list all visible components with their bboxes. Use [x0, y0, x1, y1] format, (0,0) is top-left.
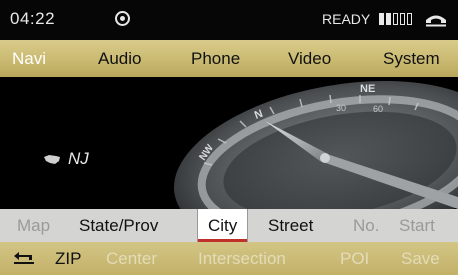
current-state: NJ — [44, 149, 89, 169]
compass: NE N NW 30 60 — [173, 80, 458, 209]
center-button[interactable]: Center — [106, 249, 157, 269]
submenu-street[interactable]: Street — [268, 209, 313, 242]
submenu-number[interactable]: No. — [353, 209, 379, 242]
signal-bar — [393, 13, 398, 25]
zip-button[interactable]: ZIP — [55, 249, 81, 269]
main-menu: Navi Audio Phone Video System — [0, 40, 458, 77]
map-view[interactable]: NE N NW 30 60 NJ — [0, 77, 458, 209]
tab-navi[interactable]: Navi — [12, 49, 46, 69]
compass-tick-30: 30 — [336, 103, 346, 113]
signal-bar — [379, 13, 384, 25]
signal-bar — [400, 13, 405, 25]
nav-screen: 04:22 READY Navi Audio Phone Video Syste… — [0, 0, 458, 275]
submenu-city[interactable]: City — [197, 209, 249, 242]
intersection-button[interactable]: Intersection — [198, 249, 286, 269]
signal-strength-icon — [379, 13, 412, 25]
submenu-map[interactable]: Map — [17, 209, 50, 242]
status-bar: 04:22 READY — [0, 0, 458, 40]
bottom-bar: ZIP Center Intersection POI Save — [0, 242, 458, 275]
submenu-state-prov[interactable]: State/Prov — [79, 209, 158, 242]
tab-audio[interactable]: Audio — [98, 49, 141, 69]
compass-ne-label: NE — [360, 83, 375, 95]
us-map-icon — [44, 154, 60, 164]
target-icon — [115, 11, 130, 26]
address-submenu: Map State/Prov City Street No. Start — [0, 209, 458, 242]
tab-phone[interactable]: Phone — [191, 49, 240, 69]
save-button[interactable]: Save — [401, 249, 440, 269]
signal-bar — [407, 13, 412, 25]
clock: 04:22 — [10, 9, 56, 28]
compass-tick-60: 60 — [373, 104, 383, 114]
signal-bar — [386, 13, 391, 25]
tab-system[interactable]: System — [383, 49, 440, 69]
state-label: NJ — [68, 149, 89, 168]
submenu-start[interactable]: Start — [399, 209, 435, 242]
ready-status: READY — [322, 11, 371, 27]
phone-handset-icon — [426, 15, 446, 27]
tab-video[interactable]: Video — [288, 49, 331, 69]
back-arrow-icon[interactable] — [12, 251, 36, 265]
poi-button[interactable]: POI — [340, 249, 369, 269]
